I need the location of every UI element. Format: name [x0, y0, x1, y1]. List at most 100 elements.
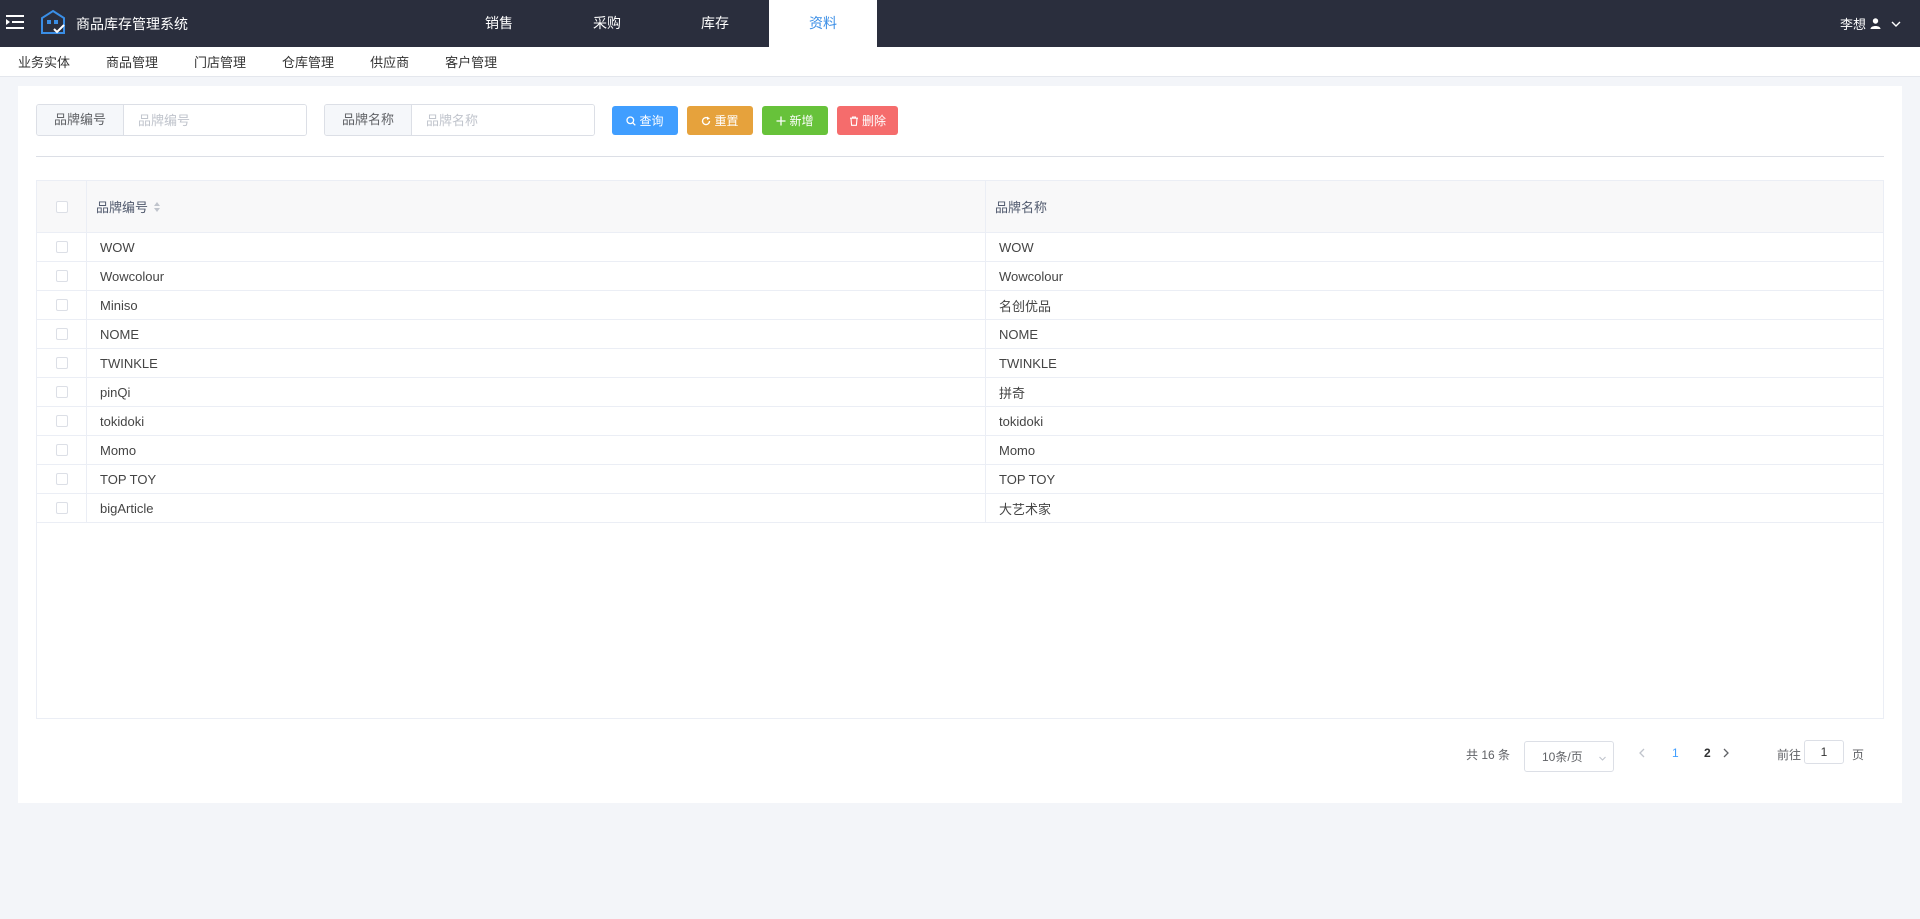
- row-checkbox[interactable]: [55, 444, 68, 456]
- refresh-icon: [702, 116, 711, 125]
- query-button[interactable]: 查询: [612, 106, 678, 135]
- goto-page-input[interactable]: [1804, 740, 1844, 764]
- header-check-cell: [37, 181, 87, 232]
- cell-brand-name: Wowcolour: [999, 268, 1064, 284]
- subnav-item-warehouse[interactable]: 仓库管理: [282, 52, 334, 71]
- reset-button-label: 重置: [714, 114, 739, 128]
- row-check-cell: [37, 378, 87, 406]
- add-button-label: 新增: [789, 114, 814, 128]
- brand-code-search-group: 品牌编号: [36, 104, 307, 136]
- subnav-item-store[interactable]: 门店管理: [194, 52, 246, 71]
- tab-purchase[interactable]: 采购: [553, 0, 661, 47]
- chevron-down-icon: [1891, 21, 1901, 27]
- cell-brand-code: tokidoki: [87, 407, 986, 435]
- row-checkbox[interactable]: [55, 473, 68, 485]
- column-header-brand-code[interactable]: 品牌编号: [87, 181, 986, 232]
- cell-brand-code: TOP TOY: [87, 465, 986, 493]
- cell-brand-code: Wowcolour: [87, 262, 986, 290]
- page-size-select[interactable]: 10条/页: [1524, 741, 1614, 772]
- column-header-brand-code-label: 品牌编号: [96, 200, 149, 215]
- table-row[interactable]: tokidoki tokidoki: [37, 407, 1883, 436]
- table-row[interactable]: bigArticle 大艺术家: [37, 494, 1883, 523]
- delete-button-label: 删除: [861, 114, 886, 128]
- cell-brand-name: TOP TOY: [999, 471, 1056, 487]
- goto-suffix: 页: [1852, 748, 1865, 762]
- sort-icon[interactable]: [153, 201, 161, 213]
- cell-brand-code: Miniso: [87, 291, 986, 319]
- table-row[interactable]: Wowcolour Wowcolour: [37, 262, 1883, 291]
- cell-brand-code: TWINKLE: [87, 349, 986, 377]
- cell-brand-name: WOW: [999, 239, 1034, 255]
- add-button[interactable]: 新增: [762, 106, 828, 135]
- app-logo-icon: [41, 9, 65, 34]
- tab-inventory[interactable]: 库存: [661, 0, 769, 47]
- row-checkbox[interactable]: [55, 241, 68, 253]
- cell-brand-code: pinQi: [87, 378, 986, 406]
- table-row[interactable]: Miniso 名创优品: [37, 291, 1883, 320]
- brand-table: 品牌编号 品牌名称 WOW WOW Wowcolour Wowcolour Mi…: [36, 180, 1884, 719]
- row-checkbox[interactable]: [55, 328, 68, 340]
- row-check-cell: [37, 436, 87, 464]
- user-name: 李想: [1839, 17, 1866, 32]
- user-icon: [1870, 18, 1881, 29]
- table-row[interactable]: Momo Momo: [37, 436, 1883, 465]
- cell-brand-name: 名创优品: [999, 298, 1052, 314]
- next-page-icon[interactable]: [1720, 746, 1732, 760]
- table-row[interactable]: WOW WOW: [37, 233, 1883, 262]
- row-checkbox[interactable]: [55, 270, 68, 282]
- delete-button[interactable]: 删除: [837, 106, 898, 135]
- table-row[interactable]: TWINKLE TWINKLE: [37, 349, 1883, 378]
- row-checkbox[interactable]: [55, 386, 68, 398]
- row-check-cell: [37, 262, 87, 290]
- tab-sales[interactable]: 销售: [445, 0, 553, 47]
- cell-brand-name: 拼奇: [999, 385, 1026, 401]
- cell-brand-name: tokidoki: [999, 413, 1044, 429]
- row-check-cell: [37, 465, 87, 493]
- brand-name-label: 品牌名称: [325, 105, 412, 135]
- divider: [36, 156, 1884, 157]
- subnav-item-supplier[interactable]: 供应商: [370, 52, 409, 71]
- search-icon: [626, 115, 637, 126]
- pagination-total: 共 16 条: [1466, 748, 1511, 762]
- table-row[interactable]: TOP TOY TOP TOY: [37, 465, 1883, 494]
- row-checkbox[interactable]: [55, 502, 68, 514]
- table-row[interactable]: pinQi 拼奇: [37, 378, 1883, 407]
- query-button-label: 查询: [639, 114, 664, 128]
- page-number-1[interactable]: 1: [1672, 746, 1679, 760]
- row-checkbox[interactable]: [55, 299, 68, 311]
- menu-toggle-icon[interactable]: [6, 13, 24, 31]
- row-check-cell: [37, 407, 87, 435]
- table-row[interactable]: NOME NOME: [37, 320, 1883, 349]
- column-header-brand-name: 品牌名称: [986, 181, 1883, 232]
- main-nav: 销售 采购 库存 资料: [445, 0, 877, 47]
- row-check-cell: [37, 291, 87, 319]
- reset-button[interactable]: 重置: [687, 106, 753, 135]
- cell-brand-code: bigArticle: [87, 494, 986, 522]
- select-all-checkbox[interactable]: [55, 200, 68, 213]
- cell-brand-name: TWINKLE: [999, 355, 1057, 371]
- prev-page-icon[interactable]: [1636, 746, 1648, 760]
- row-checkbox[interactable]: [55, 415, 68, 427]
- pagination: 共 16 条 10条/页 1 2 前往 页: [18, 738, 1902, 772]
- brand-code-label: 品牌编号: [37, 105, 124, 135]
- brand-name-search-group: 品牌名称: [324, 104, 595, 136]
- cell-brand-name: 大艺术家: [999, 501, 1052, 517]
- cell-brand-name: Momo: [999, 442, 1036, 458]
- app-title: 商品库存管理系统: [76, 16, 188, 32]
- trash-icon: [849, 115, 858, 126]
- brand-code-input[interactable]: [124, 105, 306, 135]
- row-checkbox[interactable]: [55, 357, 68, 369]
- subnav-item-product[interactable]: 商品管理: [106, 52, 158, 71]
- row-check-cell: [37, 233, 87, 261]
- plus-icon: [776, 116, 786, 125]
- page-size-value: 10条/页: [1542, 750, 1583, 764]
- user-menu[interactable]: 李想: [1840, 0, 1902, 47]
- subnav-item-customer[interactable]: 客户管理: [445, 52, 497, 71]
- cell-brand-code: NOME: [87, 320, 986, 348]
- page-number-2[interactable]: 2: [1704, 746, 1711, 760]
- subnav-item-business-entity[interactable]: 业务实体: [18, 52, 70, 71]
- cell-brand-code: Momo: [87, 436, 986, 464]
- row-check-cell: [37, 494, 87, 522]
- tab-master-data[interactable]: 资料: [769, 0, 877, 47]
- brand-name-input[interactable]: [412, 105, 594, 135]
